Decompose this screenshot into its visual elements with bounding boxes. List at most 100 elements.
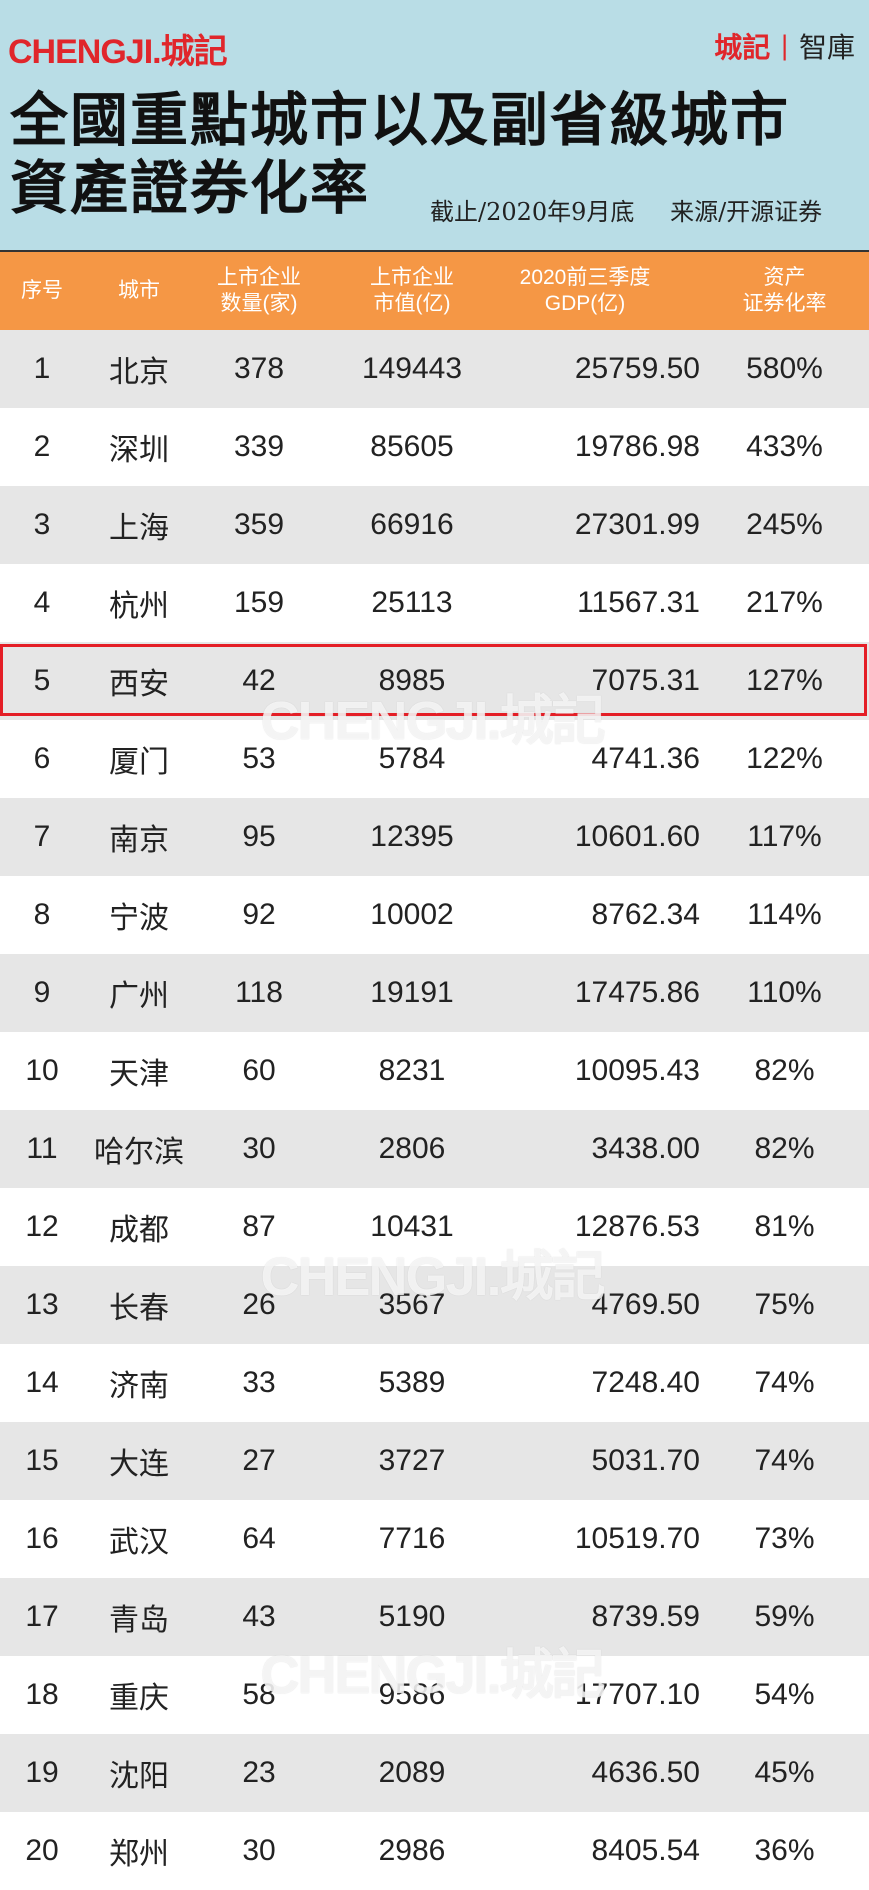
column-header-2: 上市企业 数量(家) [194,265,324,317]
table-row: 4 杭州 159 25113 11567.31 217% [0,564,869,642]
table-cell: 359 [233,508,285,541]
table-cell: 30 [242,1834,276,1867]
table-cell: 5 [33,664,51,697]
table-cell: 郑州 [109,1838,169,1871]
table-cell: 10601.60 [574,820,700,853]
table-cell: 25113 [371,586,453,619]
table-cell: 378 [233,352,285,385]
table-cell: 南京 [109,824,169,857]
table-body: 1 北京 378 149443 25759.50 580% 2 深圳 339 85605 19786… [0,330,869,1890]
table-cell: 18 [25,1678,59,1711]
column-header-4: 2020前三季度 GDP(亿) [470,265,700,317]
table-row: 11 哈尔滨 30 2806 3438.00 82% [0,1110,869,1188]
table-cell: 武汉 [109,1526,169,1559]
table-cell: 30 [242,1132,276,1165]
table-cell: 8985 [378,664,446,697]
table-cell: 1 [33,352,51,385]
table-row: 9 广州 118 19191 17475.86 110% [0,954,869,1032]
table-row: 7 南京 95 12395 10601.60 117% [0,798,869,876]
note-date: 截止/2020年9月底 [430,198,635,226]
table-cell: 9 [33,976,51,1009]
table-cell: 9586 [378,1678,446,1711]
table-cell: 12 [25,1210,59,1243]
table-cell: 重庆 [109,1682,169,1715]
table-cell: 53 [242,742,276,775]
column-header-text: GDP(亿) [544,292,626,315]
table-cell: 60 [242,1054,276,1087]
table-cell: 长春 [109,1292,169,1325]
table-cell: 上海 [109,512,169,545]
table-cell: 117% [747,820,822,853]
table-cell: 149443 [361,352,463,385]
table-cell: 7716 [378,1522,446,1555]
table-cell: 10095.43 [574,1054,700,1087]
table-cell: 110% [747,976,822,1009]
table-cell: 122% [746,742,823,775]
column-header-1: 城市 [84,278,194,304]
table-cell: 74% [754,1366,815,1399]
table-cell: 36% [754,1834,815,1867]
table-cell: 54% [754,1678,815,1711]
table-cell: 10002 [370,898,454,931]
table-cell: 73% [754,1522,815,1555]
table-cell: 7075.31 [591,664,700,697]
table-cell: 17 [25,1600,59,1633]
table-cell: 5784 [378,742,446,775]
column-header-0: 序号 [0,278,84,304]
table-cell: 64 [242,1522,276,1555]
table-cell: 5031.70 [591,1444,700,1477]
table-cell: 2806 [378,1132,446,1165]
table-cell: 西安 [109,668,169,701]
table-row: 20 郑州 30 2986 8405.54 36% [0,1812,869,1890]
column-header-text: 序号 [21,279,63,302]
table-cell: 245% [746,508,823,541]
table-cell: 75% [754,1288,815,1321]
table-row: 15 大连 27 3727 5031.70 74% [0,1422,869,1500]
table-cell: 127% [746,664,823,697]
table-cell: 4 [33,586,51,619]
table-cell: 7 [33,820,51,853]
table-cell: 12395 [370,820,454,853]
table-cell: 3727 [378,1444,446,1477]
column-header-5: 资产 证券化率 [700,265,869,317]
table-row: 16 武汉 64 7716 10519.70 73% [0,1500,869,1578]
brand-separator: | [780,31,789,61]
table-cell: 4769.50 [591,1288,700,1321]
table-cell: 6 [33,742,51,775]
column-header-text: 上市企业 [217,266,301,289]
table-row: 18 重庆 58 9586 17707.10 54% [0,1656,869,1734]
table-cell: 43 [242,1600,276,1633]
table-row: 14 济南 33 5389 7248.40 74% [0,1344,869,1422]
table-cell: 3567 [378,1288,446,1321]
table-cell: 4741.36 [591,742,700,775]
table-cell: 厦门 [109,746,169,779]
table-cell: 19786.98 [574,430,700,463]
table-cell: 19 [25,1756,59,1789]
table-cell: 3438.00 [591,1132,700,1165]
table-cell: 2986 [378,1834,446,1867]
table-cell: 433% [746,430,823,463]
table-cell: 8 [33,898,51,931]
table-row: 17 青岛 43 5190 8739.59 59% [0,1578,869,1656]
table-cell: 11567.31 [577,586,700,619]
table-row: 5 西安 42 8985 7075.31 127% [0,642,869,720]
table-cell: 杭州 [109,590,169,623]
table-cell: 12876.53 [574,1210,700,1243]
table-cell: 25759.50 [574,352,700,385]
table-cell: 8762.34 [591,898,700,931]
table-cell: 159 [233,586,285,619]
table-cell: 7248.40 [591,1366,700,1399]
table-cell: 81% [754,1210,815,1243]
table-cell: 15 [25,1444,59,1477]
table-cell: 14 [25,1366,59,1399]
table-cell: 58 [242,1678,276,1711]
table-cell: 哈尔滨 [94,1136,184,1169]
table-row: 12 成都 87 10431 12876.53 81% [0,1188,869,1266]
table-cell: 5190 [378,1600,446,1633]
table-row: 10 天津 60 8231 10095.43 82% [0,1032,869,1110]
table-cell: 8405.54 [591,1834,700,1867]
table-cell: 深圳 [109,434,169,467]
table-cell: 92 [242,898,276,931]
brand-mark: 城記 | 智庫 [714,26,855,66]
table-cell: 26 [242,1288,276,1321]
